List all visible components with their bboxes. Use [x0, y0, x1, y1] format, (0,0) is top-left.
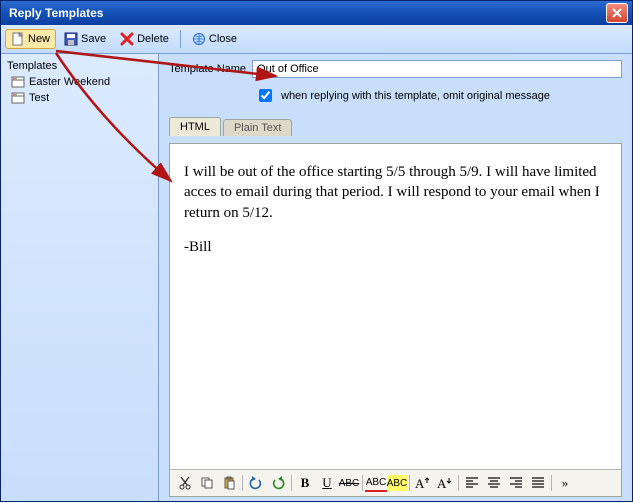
template-item-icon	[11, 91, 25, 105]
editor-toolbar-divider	[551, 475, 552, 491]
new-document-icon	[11, 32, 25, 46]
delete-button-label: Delete	[137, 33, 169, 45]
template-item-label: Test	[29, 92, 49, 104]
main-panel: Template Name when replying with this te…	[159, 54, 632, 501]
editor-toolbar-divider	[362, 475, 363, 491]
editor-tabs: HTML Plain Text	[169, 117, 622, 136]
paste-icon	[222, 476, 236, 490]
save-button-label: Save	[81, 33, 106, 45]
templates-sidebar: Templates Easter Weekend	[1, 54, 159, 501]
toolbar: New Save Delete	[1, 25, 632, 54]
align-justify-icon	[531, 476, 545, 490]
svg-text:A: A	[415, 476, 425, 490]
editor-panel: I will be out of the office starting 5/5…	[169, 143, 622, 497]
template-item-label: Easter Weekend	[29, 76, 110, 88]
undo-button[interactable]	[245, 473, 267, 493]
tab-plain-text[interactable]: Plain Text	[223, 119, 293, 136]
delete-x-icon	[120, 32, 134, 46]
editor-signature: -Bill	[184, 237, 607, 257]
redo-icon	[271, 476, 285, 490]
font-grow-button[interactable]: A	[412, 473, 434, 493]
font-shrink-button[interactable]: A	[434, 473, 456, 493]
copy-icon	[200, 476, 214, 490]
svg-text:A: A	[437, 476, 447, 490]
paste-button[interactable]	[218, 473, 240, 493]
new-button[interactable]: New	[5, 29, 56, 49]
toolbar-divider	[180, 30, 181, 48]
reply-templates-window: Reply Templates New	[0, 0, 633, 502]
template-name-row: Template Name	[169, 60, 622, 78]
editor-toolbar-divider	[409, 475, 410, 491]
delete-button[interactable]: Delete	[114, 29, 175, 49]
bg-color-button[interactable]: ABC	[387, 475, 407, 491]
omit-original-label: when replying with this template, omit o…	[281, 90, 550, 102]
strikethrough-button[interactable]: ABC	[338, 473, 360, 493]
new-button-label: New	[28, 33, 50, 45]
template-name-input[interactable]	[252, 60, 622, 78]
save-button[interactable]: Save	[58, 29, 112, 49]
align-justify-button[interactable]	[527, 473, 549, 493]
undo-icon	[249, 476, 263, 490]
template-item-icon	[11, 75, 25, 89]
close-globe-icon	[192, 32, 206, 46]
body: Templates Easter Weekend	[1, 54, 632, 501]
close-icon	[612, 8, 622, 18]
redo-button[interactable]	[267, 473, 289, 493]
align-center-button[interactable]	[483, 473, 505, 493]
align-right-button[interactable]	[505, 473, 527, 493]
tab-html[interactable]: HTML	[169, 117, 221, 136]
align-center-icon	[487, 476, 501, 490]
window-close-button[interactable]	[606, 3, 628, 23]
editor-toolbar-divider	[291, 475, 292, 491]
editor-toolbar: B U ABC ABC ABC A A	[170, 469, 621, 496]
bold-button[interactable]: B	[294, 473, 316, 493]
omit-original-checkbox[interactable]	[259, 89, 272, 102]
editor-toolbar-divider	[242, 475, 243, 491]
titlebar: Reply Templates	[1, 1, 632, 25]
template-item-easter-weekend[interactable]: Easter Weekend	[7, 74, 152, 90]
sidebar-header: Templates	[7, 58, 152, 74]
toolbar-more-button[interactable]: »	[554, 473, 576, 493]
editor-toolbar-divider	[458, 475, 459, 491]
font-color-button[interactable]: ABC	[365, 474, 387, 492]
underline-button[interactable]: U	[316, 473, 338, 493]
template-item-test[interactable]: Test	[7, 90, 152, 106]
save-disk-icon	[64, 32, 78, 46]
cut-button[interactable]	[174, 473, 196, 493]
template-name-label: Template Name	[169, 63, 246, 75]
font-increase-icon: A	[415, 476, 431, 490]
align-right-icon	[509, 476, 523, 490]
copy-button[interactable]	[196, 473, 218, 493]
omit-row: when replying with this template, omit o…	[169, 86, 622, 105]
editor-body-text: I will be out of the office starting 5/5…	[184, 162, 607, 223]
editor-content[interactable]: I will be out of the office starting 5/5…	[170, 144, 621, 469]
close-button-label: Close	[209, 33, 237, 45]
align-left-icon	[465, 476, 479, 490]
align-left-button[interactable]	[461, 473, 483, 493]
window-title: Reply Templates	[9, 6, 103, 20]
scissors-icon	[178, 476, 192, 490]
close-button[interactable]: Close	[186, 29, 243, 49]
font-decrease-icon: A	[437, 476, 453, 490]
